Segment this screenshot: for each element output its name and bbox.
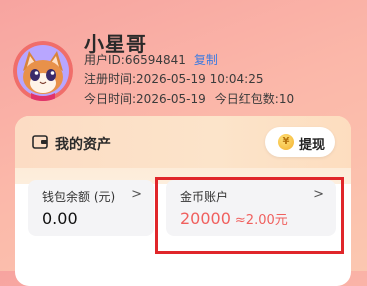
copy-user-id-link[interactable]: 复制: [194, 53, 218, 67]
chevron-right-icon: >: [131, 187, 142, 202]
register-time: 注册时间:2026-05-19 10:04:25: [84, 72, 264, 86]
today-red-packets: 今日红包数:10: [214, 92, 295, 106]
user-id: 用户ID:66594841: [84, 53, 186, 67]
coin-account-approx: ≈2.00元: [234, 213, 288, 228]
today-time: 今日时间:2026-05-19: [84, 92, 206, 106]
assets-title: 我的资产: [55, 137, 111, 153]
coin-account-tile[interactable]: 金币账户 > 20000 ≈2.00元: [166, 180, 336, 236]
coin-account-value: 20000: [180, 209, 231, 228]
withdraw-button[interactable]: ¥ 提现: [265, 127, 335, 157]
avatar[interactable]: [13, 41, 73, 101]
withdraw-label: 提现: [299, 138, 326, 153]
coin-icon: ¥: [278, 134, 294, 150]
assets-card-header: 我的资产 ¥ 提现: [15, 116, 351, 168]
wallet-icon: [32, 135, 48, 149]
wallet-balance-value: 0.00: [42, 209, 78, 228]
wallet-balance-label: 钱包余额 (元): [42, 190, 116, 204]
wallet-balance-tile[interactable]: 钱包余额 (元) > 0.00: [28, 180, 154, 236]
chevron-right-icon: >: [313, 187, 324, 202]
coin-account-label: 金币账户: [180, 190, 229, 204]
cartoon-cat-avatar-icon: [13, 41, 73, 101]
today-row: 今日时间:2026-05-19 今日红包数:10: [84, 90, 294, 107]
coin-account-value-row: 20000 ≈2.00元: [180, 209, 288, 228]
user-id-row: 用户ID:66594841 复制: [84, 51, 218, 68]
